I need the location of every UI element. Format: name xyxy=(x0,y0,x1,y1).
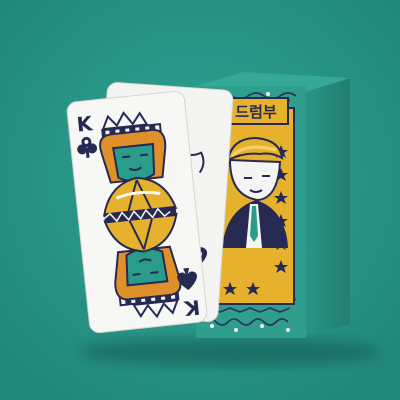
box-label: 드럼부 xyxy=(235,103,277,121)
product-photo: 드럼부 K K xyxy=(0,0,400,400)
front-card: K K xyxy=(66,90,208,334)
playing-cards-illustration: 드럼부 K K xyxy=(0,0,400,400)
cast-shadow xyxy=(80,338,380,366)
box-side xyxy=(306,78,350,336)
